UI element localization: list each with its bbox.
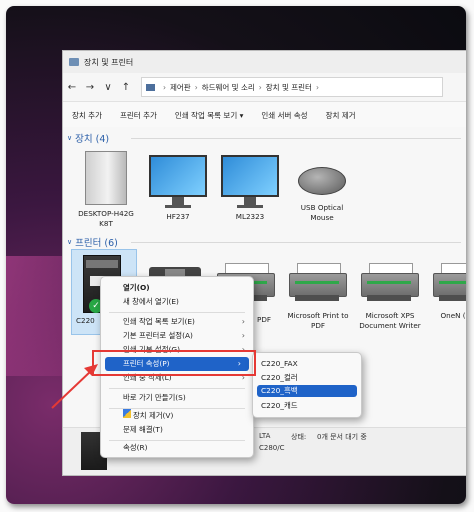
annotation-arrow bbox=[51, 364, 98, 409]
